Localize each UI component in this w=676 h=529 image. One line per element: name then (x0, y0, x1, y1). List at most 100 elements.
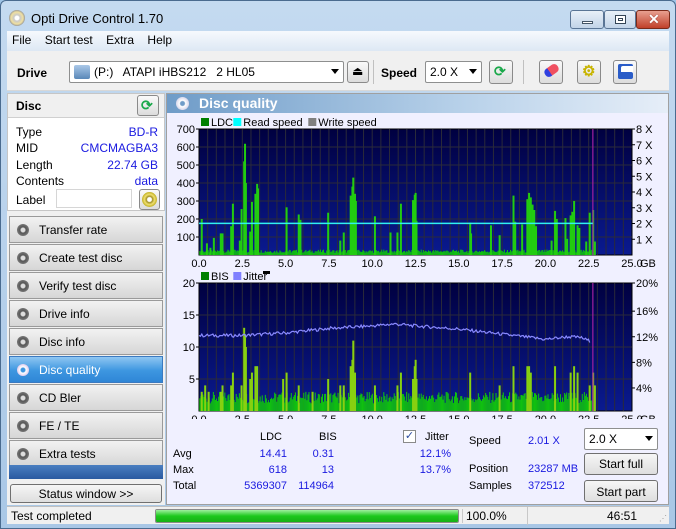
bar-baseline (517, 249, 519, 255)
sidebar: Disc ⟳ Type BD-R MID CMCMAGBA3 Length 22.74… (7, 93, 165, 505)
menu-extra[interactable]: Extra (101, 31, 139, 47)
bar-baseline (432, 395, 434, 411)
test-speed-select[interactable]: 2.0 X (584, 428, 658, 450)
nav-cd-bler[interactable]: CD Bler (9, 384, 163, 411)
bar-baseline (388, 397, 390, 411)
bar-baseline (227, 395, 229, 411)
menu-start-test[interactable]: Start test (40, 31, 98, 47)
bar-baseline (326, 250, 328, 255)
bar-baseline (365, 398, 367, 411)
bar-baseline (263, 402, 265, 411)
jitter-checkbox[interactable]: ✓ (403, 430, 416, 443)
bar-baseline (496, 251, 498, 255)
nav-verify-test-disc[interactable]: Verify test disc (9, 272, 163, 299)
bar-baseline (235, 393, 237, 411)
save-button[interactable] (613, 60, 637, 84)
app-disc-icon (9, 10, 25, 26)
bar-peak (573, 201, 576, 255)
bar-peak (207, 391, 210, 411)
disc-refresh-button[interactable]: ⟳ (137, 95, 159, 116)
bar-baseline (262, 401, 264, 411)
bar-baseline (441, 394, 443, 411)
nav-transfer-rate[interactable]: Transfer rate (9, 216, 163, 243)
disc-label-button[interactable] (139, 189, 160, 210)
nav-fe-te[interactable]: FE / TE (9, 412, 163, 439)
speed-select[interactable]: 2.0 X (425, 61, 482, 83)
bar-baseline (440, 396, 442, 411)
bar-baseline (317, 393, 319, 411)
bar-baseline (260, 250, 262, 255)
bar-peak (230, 385, 233, 411)
status-bar: Test completed 100.0% 46:51 ⋰ (7, 506, 669, 525)
stats-max-bis: 13 (321, 464, 334, 476)
settings-button[interactable]: ⚙ (577, 60, 601, 84)
bar-baseline (424, 399, 426, 411)
bar-baseline (485, 392, 487, 411)
bar-peak (514, 221, 517, 255)
bar-baseline (383, 249, 385, 255)
drive-select[interactable]: (P:) ATAPI iHBS212 2 HL05 (69, 61, 344, 83)
bar-baseline (319, 249, 321, 255)
bar-baseline (458, 403, 460, 411)
bar-baseline (403, 251, 405, 255)
erase-button[interactable] (539, 60, 563, 84)
status-window-button[interactable]: Status window >> (10, 484, 162, 503)
bar-peak (550, 240, 553, 255)
bar-baseline (307, 394, 309, 411)
bar-baseline (502, 392, 504, 411)
bar-peak (339, 240, 342, 255)
bar-baseline (325, 393, 327, 411)
bar-baseline (372, 252, 374, 255)
bar-peak (470, 233, 473, 255)
bar-baseline (367, 399, 369, 411)
bar-baseline (215, 398, 218, 411)
bar-baseline (418, 250, 420, 255)
menu-file[interactable]: File (7, 31, 36, 47)
nav-drive-info[interactable]: Drive info (9, 300, 163, 327)
bar-baseline (557, 397, 559, 411)
bar-baseline (523, 249, 525, 255)
nav-disc-info[interactable]: Disc info (9, 328, 163, 355)
bar-baseline (511, 251, 513, 255)
bar-baseline (307, 250, 309, 255)
nav-create-test-disc[interactable]: Create test disc (9, 244, 163, 271)
bar-peak (297, 214, 300, 255)
bar-peak (250, 372, 253, 411)
nav-disc-quality[interactable]: Disc quality (9, 356, 163, 383)
y-tick-label: 700 (177, 124, 195, 136)
resize-grip-icon[interactable]: ⋰ (659, 514, 667, 523)
bar-baseline (341, 397, 343, 411)
bar-baseline (453, 251, 455, 255)
bar-baseline (362, 249, 364, 255)
bar-peak (498, 235, 501, 255)
bar-baseline (385, 399, 387, 411)
disc-gear-icon (17, 448, 29, 460)
bar-baseline (334, 392, 336, 411)
nav-extra-tests[interactable]: Extra tests (9, 440, 163, 467)
maximize-button[interactable] (604, 10, 636, 29)
bar-baseline (445, 250, 447, 255)
bar-baseline (520, 395, 522, 411)
bar-baseline (542, 250, 544, 255)
start-full-button[interactable]: Start full (584, 453, 658, 475)
bar-baseline (212, 391, 214, 411)
refresh-button[interactable]: ⟳ (489, 60, 513, 84)
x-tick-label: 10.0 (361, 414, 382, 419)
bar-baseline (519, 399, 521, 411)
close-button[interactable]: ✕ (636, 10, 670, 29)
bar-baseline (291, 399, 293, 411)
start-part-button[interactable]: Start part (584, 480, 658, 502)
bar-peak (299, 219, 302, 255)
bar-baseline (506, 399, 508, 411)
bar-baseline (282, 251, 284, 255)
disc-label-input[interactable] (56, 189, 132, 208)
minimize-button[interactable] (570, 10, 604, 29)
bar-baseline (284, 397, 286, 411)
x-tick-label: 5.0 (278, 414, 293, 419)
bar-baseline (258, 401, 260, 411)
menu-help[interactable]: Help (142, 31, 177, 47)
eject-button[interactable]: ⏏ (347, 61, 369, 83)
bar-baseline (325, 252, 327, 255)
y2-tick-label: 7 X (636, 140, 653, 152)
bar-baseline (591, 400, 593, 411)
